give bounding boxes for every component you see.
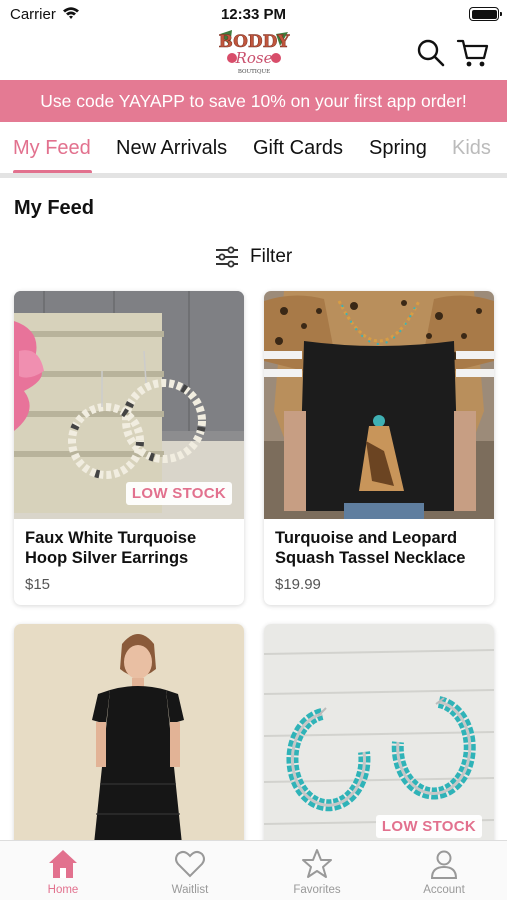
feed-title: My Feed [14,197,95,219]
tab-favorites-label: Favorites [293,884,341,896]
star-icon [302,849,332,878]
tab-favorites[interactable]: Favorites [254,841,380,900]
tab-waitlist[interactable]: Waitlist [127,841,253,900]
product-card[interactable]: LOW STOCK Faux White Turquoise Hoop Silv… [14,291,244,605]
product-image[interactable]: LOW STOCK [264,624,494,864]
filter-icon [216,246,238,268]
product-image[interactable] [264,291,494,519]
battery-icon [469,7,502,21]
boutique-logo[interactable]: BODDY Rose BOUTIQUE [214,28,294,76]
person-icon [430,850,458,879]
search-icon[interactable] [416,38,446,68]
product-price: $15 [25,576,51,593]
cart-icon[interactable] [456,36,490,70]
heart-icon [175,850,205,878]
tab-account-label: Account [423,884,465,896]
product-image[interactable] [14,624,244,864]
low-stock-badge: LOW STOCK [125,482,232,505]
tab-kids[interactable]: Kids [452,137,491,160]
svg-text:Rose: Rose [235,49,273,67]
active-tab-indicator [13,170,92,173]
tab-gift-cards[interactable]: Gift Cards [253,137,343,160]
product-image[interactable]: LOW STOCK [14,291,244,519]
product-card[interactable] [14,624,244,864]
product-price: $19.99 [275,576,321,593]
tab-account[interactable]: Account [381,841,507,900]
tab-new-arrivals[interactable]: New Arrivals [116,137,227,160]
tab-my-feed[interactable]: My Feed [13,137,91,160]
bottom-tab-bar: Home Waitlist Favorites Account [0,840,507,900]
promo-banner[interactable]: Use code YAYAPP to save 10% on your firs… [0,80,507,122]
svg-text:BOUTIQUE: BOUTIQUE [238,69,270,75]
low-stock-badge: LOW STOCK [375,815,482,838]
tab-home-label: Home [47,884,79,896]
home-icon [49,850,77,878]
status-time: 12:33 PM [220,6,287,23]
filter-label: Filter [250,246,293,267]
category-tabs: My Feed New Arrivals Gift Cards Spring K… [0,122,507,178]
tab-home[interactable]: Home [0,841,126,900]
product-card[interactable]: LOW STOCK [264,624,494,864]
tab-waitlist-label: Waitlist [171,884,209,896]
tab-spring[interactable]: Spring [369,137,427,160]
product-name[interactable]: Turquoise and Leopard Squash Tassel Neck… [275,528,487,568]
status-bar: Carrier 12:33 PM [0,0,507,28]
product-name[interactable]: Faux White Turquoise Hoop Silver Earring… [25,528,237,568]
product-card[interactable]: Turquoise and Leopard Squash Tassel Neck… [264,291,494,605]
